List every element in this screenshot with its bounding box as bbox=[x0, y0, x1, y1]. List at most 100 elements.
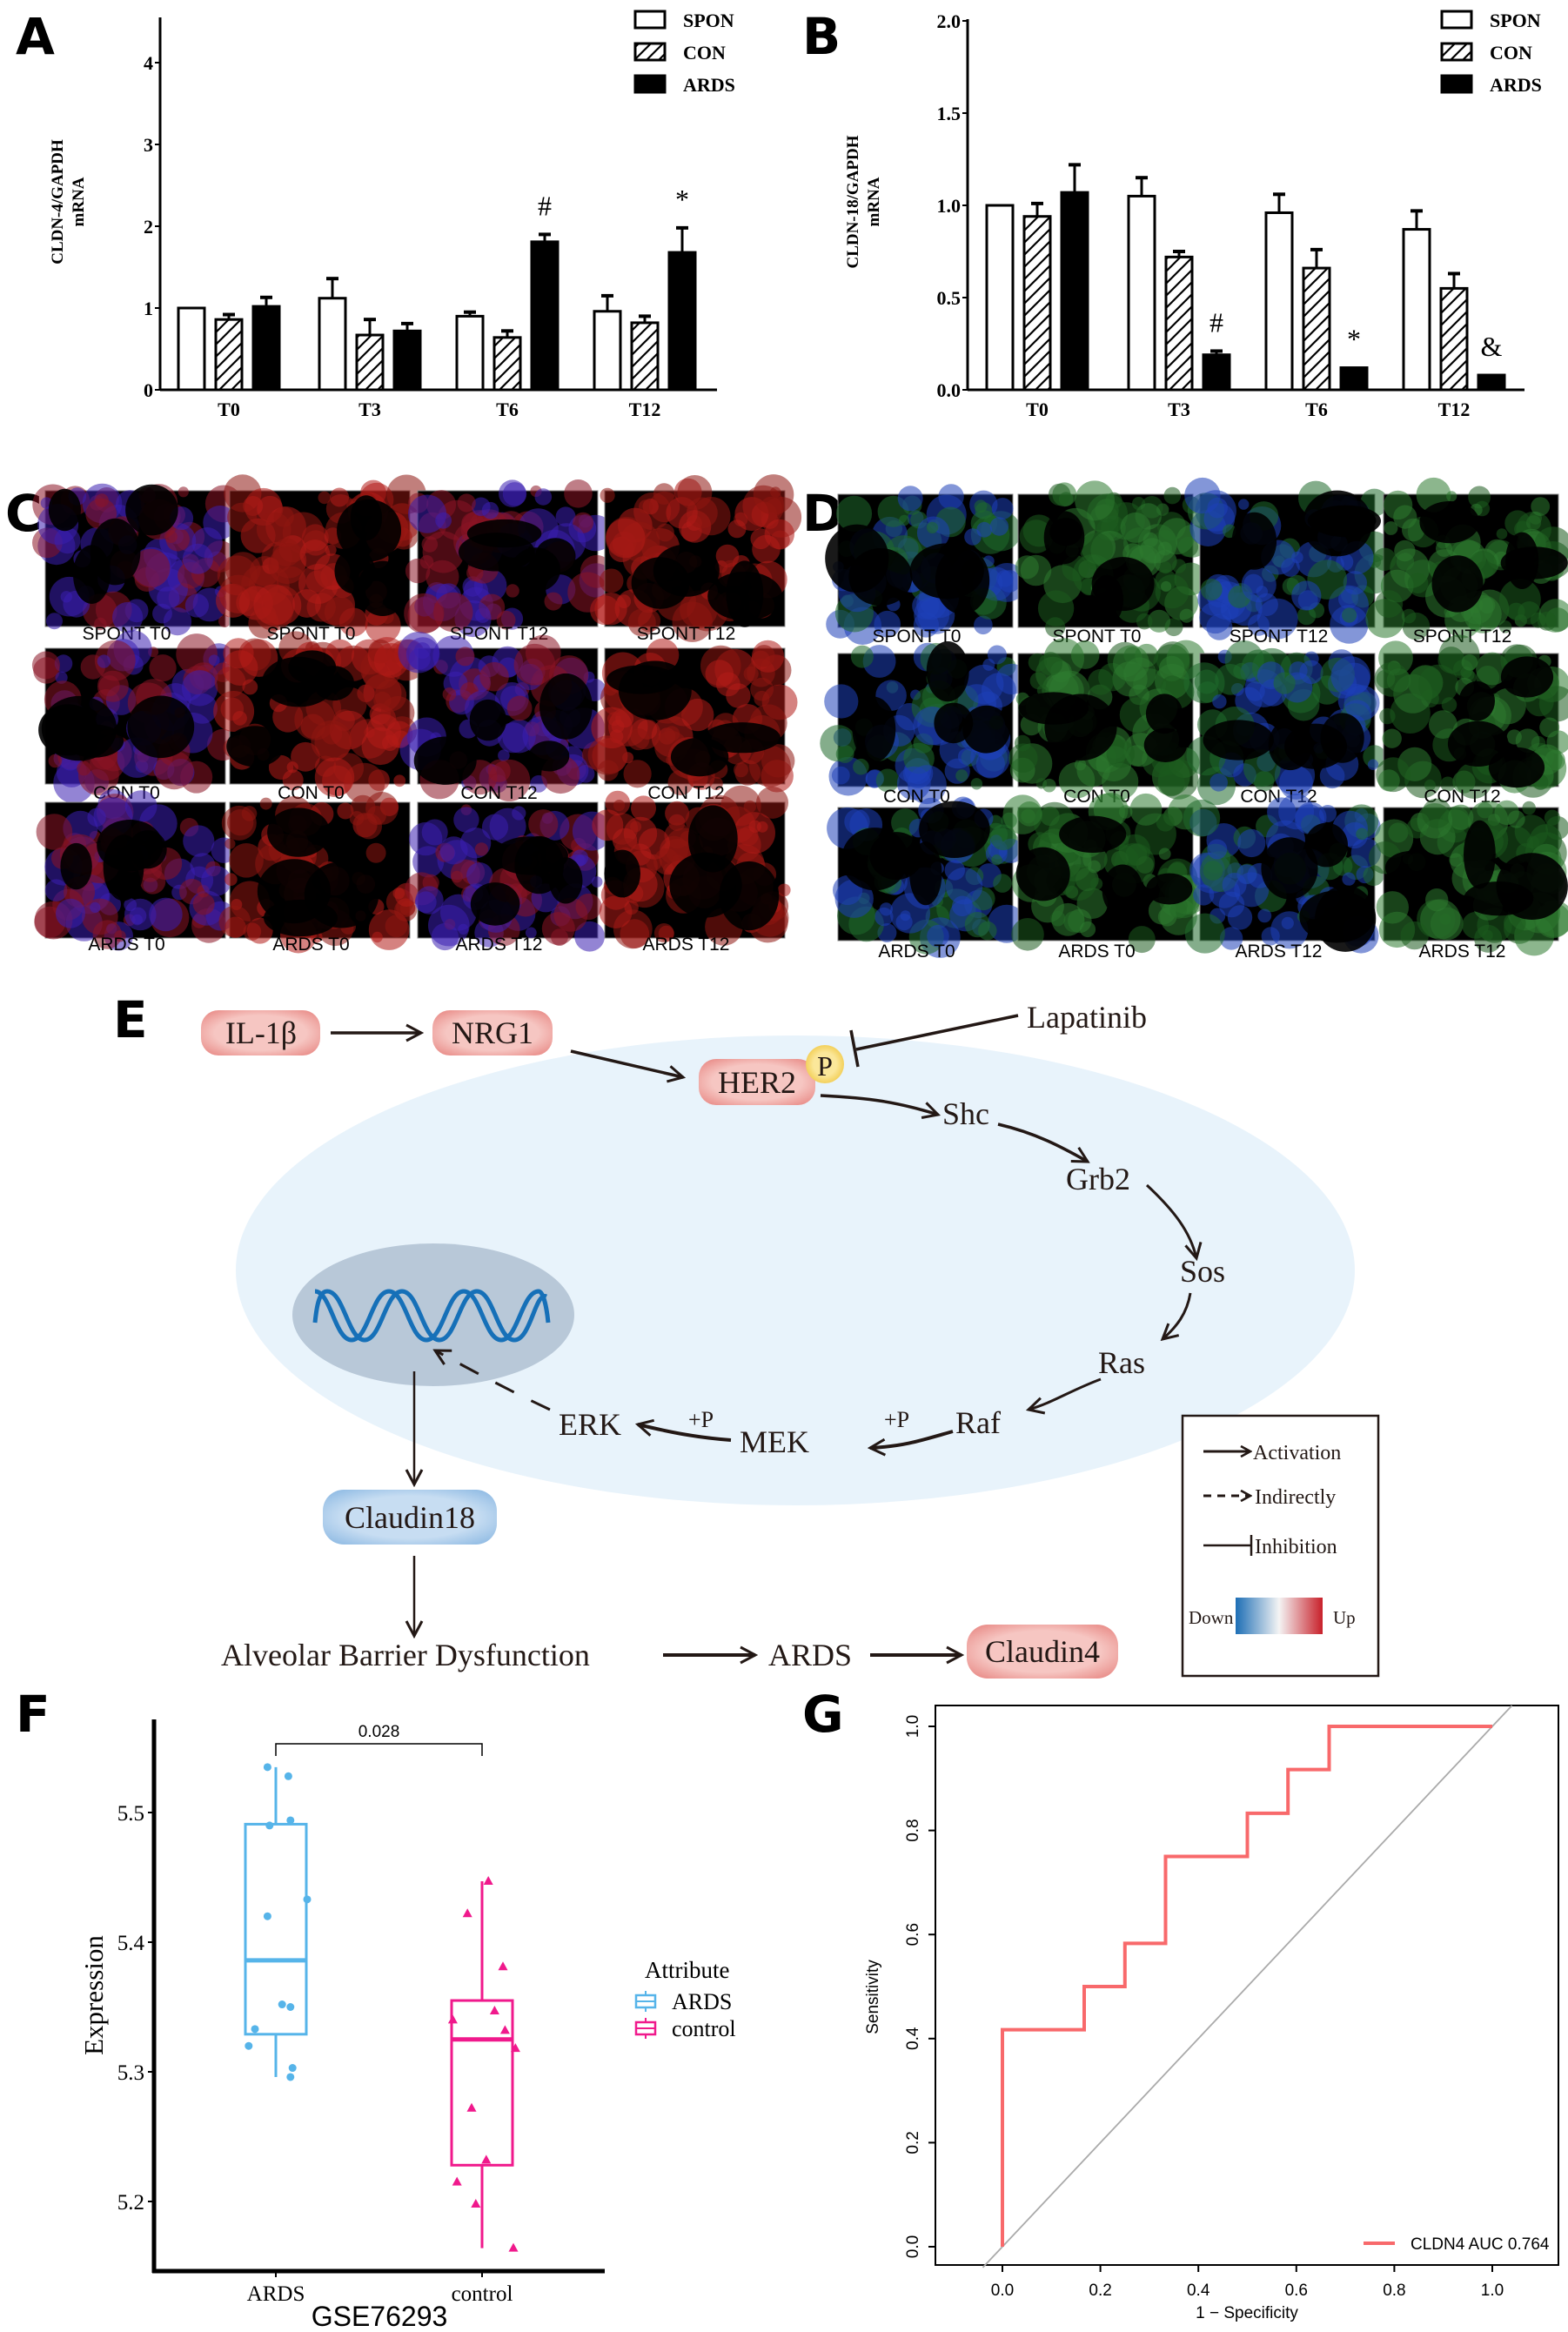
tissue-signal bbox=[1356, 828, 1369, 841]
legend-swatch-con bbox=[1440, 42, 1473, 62]
y-tick-label: 0.8 bbox=[904, 1819, 922, 1841]
alveolar-space bbox=[1310, 505, 1381, 538]
alveolar-space bbox=[909, 841, 942, 906]
tissue-signal bbox=[528, 809, 559, 840]
alveolar-space bbox=[103, 834, 144, 901]
tissue-signal bbox=[259, 797, 272, 810]
micrograph-c-r3-c1 bbox=[34, 788, 237, 951]
tissue-signal bbox=[1531, 497, 1551, 516]
tissue-signal bbox=[1212, 694, 1227, 709]
node-ras: Ras bbox=[1098, 1345, 1145, 1380]
tissue-signal bbox=[1425, 888, 1449, 912]
micrograph-d-r3-c4 bbox=[1368, 798, 1568, 956]
x-tick-label: T0 bbox=[1026, 399, 1049, 420]
bar-con-t3 bbox=[1164, 255, 1194, 392]
box-control bbox=[450, 1999, 514, 2167]
tissue-signal bbox=[1042, 778, 1056, 793]
alveolar-space bbox=[1458, 680, 1496, 721]
y-tick-label: 2 bbox=[144, 216, 153, 238]
tissue-signal bbox=[564, 479, 593, 508]
tissue-signal bbox=[677, 475, 713, 510]
node-claudin4: Claudin4 bbox=[967, 1625, 1118, 1679]
tissue-signal bbox=[1158, 848, 1171, 861]
y-tick-label: 0.4 bbox=[904, 2027, 922, 2050]
alveolar-space bbox=[726, 560, 764, 627]
alveolar-space bbox=[1304, 822, 1348, 868]
tissue-signal bbox=[899, 514, 910, 526]
x-axis-title: GSE76293 bbox=[312, 2301, 448, 2332]
micrograph-d-r2-c3 bbox=[1183, 640, 1386, 806]
phosphorylation-badge: P bbox=[806, 1045, 844, 1083]
micrograph-c-r2-c2 bbox=[213, 631, 427, 805]
data-point bbox=[284, 1772, 292, 1780]
tissue-signal bbox=[451, 870, 463, 883]
micrograph-d-r3-c1 bbox=[827, 796, 1026, 958]
boxplot-gse76293: 5.25.35.45.5ExpressionGSE76293ARDS contro… bbox=[78, 1719, 736, 2332]
node-claudin18: Claudin18 bbox=[323, 1490, 497, 1545]
tissue-signal bbox=[1418, 664, 1458, 705]
alveolar-space bbox=[926, 641, 969, 702]
tissue-signal bbox=[474, 842, 489, 856]
y-tick-label: 5.4 bbox=[117, 1932, 145, 1955]
tissue-signal bbox=[1506, 729, 1522, 745]
tissue-signal bbox=[938, 484, 964, 510]
data-point bbox=[498, 1961, 508, 1971]
data-point bbox=[286, 1816, 295, 1825]
alveolar-space bbox=[528, 740, 570, 772]
tissue-signal bbox=[897, 486, 923, 512]
data-point bbox=[462, 1908, 472, 1918]
tissue-signal bbox=[1029, 672, 1048, 690]
tissue-signal bbox=[750, 677, 774, 701]
x-tick-label: 0.0 bbox=[991, 2282, 1014, 2300]
legend-label: SPON bbox=[683, 10, 734, 31]
node-erk: ERK bbox=[559, 1407, 621, 1442]
alveolar-space bbox=[1320, 713, 1364, 763]
tissue-signal bbox=[964, 528, 982, 546]
alveolar-space bbox=[1091, 557, 1155, 612]
tissue-signal bbox=[1394, 539, 1416, 562]
tissue-signal bbox=[178, 486, 189, 498]
bar-con-t0 bbox=[1022, 215, 1052, 392]
tissue-signal bbox=[1184, 913, 1225, 954]
tissue-signal bbox=[1200, 579, 1223, 600]
tissue-signal bbox=[600, 487, 615, 503]
tissue-signal bbox=[499, 479, 526, 507]
tissue-signal bbox=[1158, 518, 1196, 555]
tissue-signal bbox=[479, 661, 509, 692]
significance-marker: * bbox=[675, 184, 689, 215]
badge-label: P bbox=[817, 1050, 833, 1082]
tissue-signal bbox=[1507, 810, 1525, 828]
x-tick-label: T12 bbox=[1438, 399, 1471, 420]
tissue-signal bbox=[1049, 483, 1071, 506]
y-tick-label: 5.5 bbox=[117, 1802, 144, 1826]
micrograph-label: ARDS T12 bbox=[1419, 942, 1506, 962]
bar-chart-cldn4: 0 1 2 3 4 CLDN-4/GAPDH mRNA T0 T3 T6 T12 # * SPON CON A… bbox=[49, 10, 735, 420]
tissue-signal bbox=[227, 809, 254, 836]
alveolar-space bbox=[703, 722, 781, 754]
tissue-signal bbox=[1171, 559, 1187, 573]
tissue-signal bbox=[1539, 717, 1560, 738]
tissue-signal bbox=[1373, 547, 1397, 571]
alveolar-space bbox=[1431, 555, 1484, 613]
y-axis-label-line1: CLDN-18/GAPDH bbox=[844, 135, 862, 268]
y-axis-label: Expression bbox=[78, 1935, 109, 2055]
micrograph-label: SPONT T12 bbox=[637, 624, 736, 644]
node-ards: ARDS bbox=[768, 1638, 852, 1672]
tissue-signal bbox=[365, 842, 386, 863]
alveolar-space bbox=[1419, 501, 1480, 544]
significance-marker: & bbox=[1481, 331, 1503, 362]
phospho-label-1: +P bbox=[688, 1407, 714, 1432]
bar-ards-t0 bbox=[1060, 191, 1089, 392]
tissue-signal bbox=[989, 517, 1009, 536]
legend-swatch-spon bbox=[633, 10, 667, 30]
alveolar-space bbox=[262, 656, 336, 707]
alveolar-space bbox=[1384, 850, 1441, 885]
tissue-signal bbox=[183, 825, 215, 857]
tissue-signal bbox=[455, 647, 475, 667]
data-point bbox=[508, 2242, 519, 2252]
node-her2: HER2 bbox=[699, 1059, 815, 1105]
x-tick-label: T6 bbox=[1305, 399, 1328, 420]
data-point bbox=[466, 2102, 477, 2112]
plot-frame bbox=[935, 1705, 1559, 2266]
tissue-signal bbox=[1203, 861, 1223, 881]
